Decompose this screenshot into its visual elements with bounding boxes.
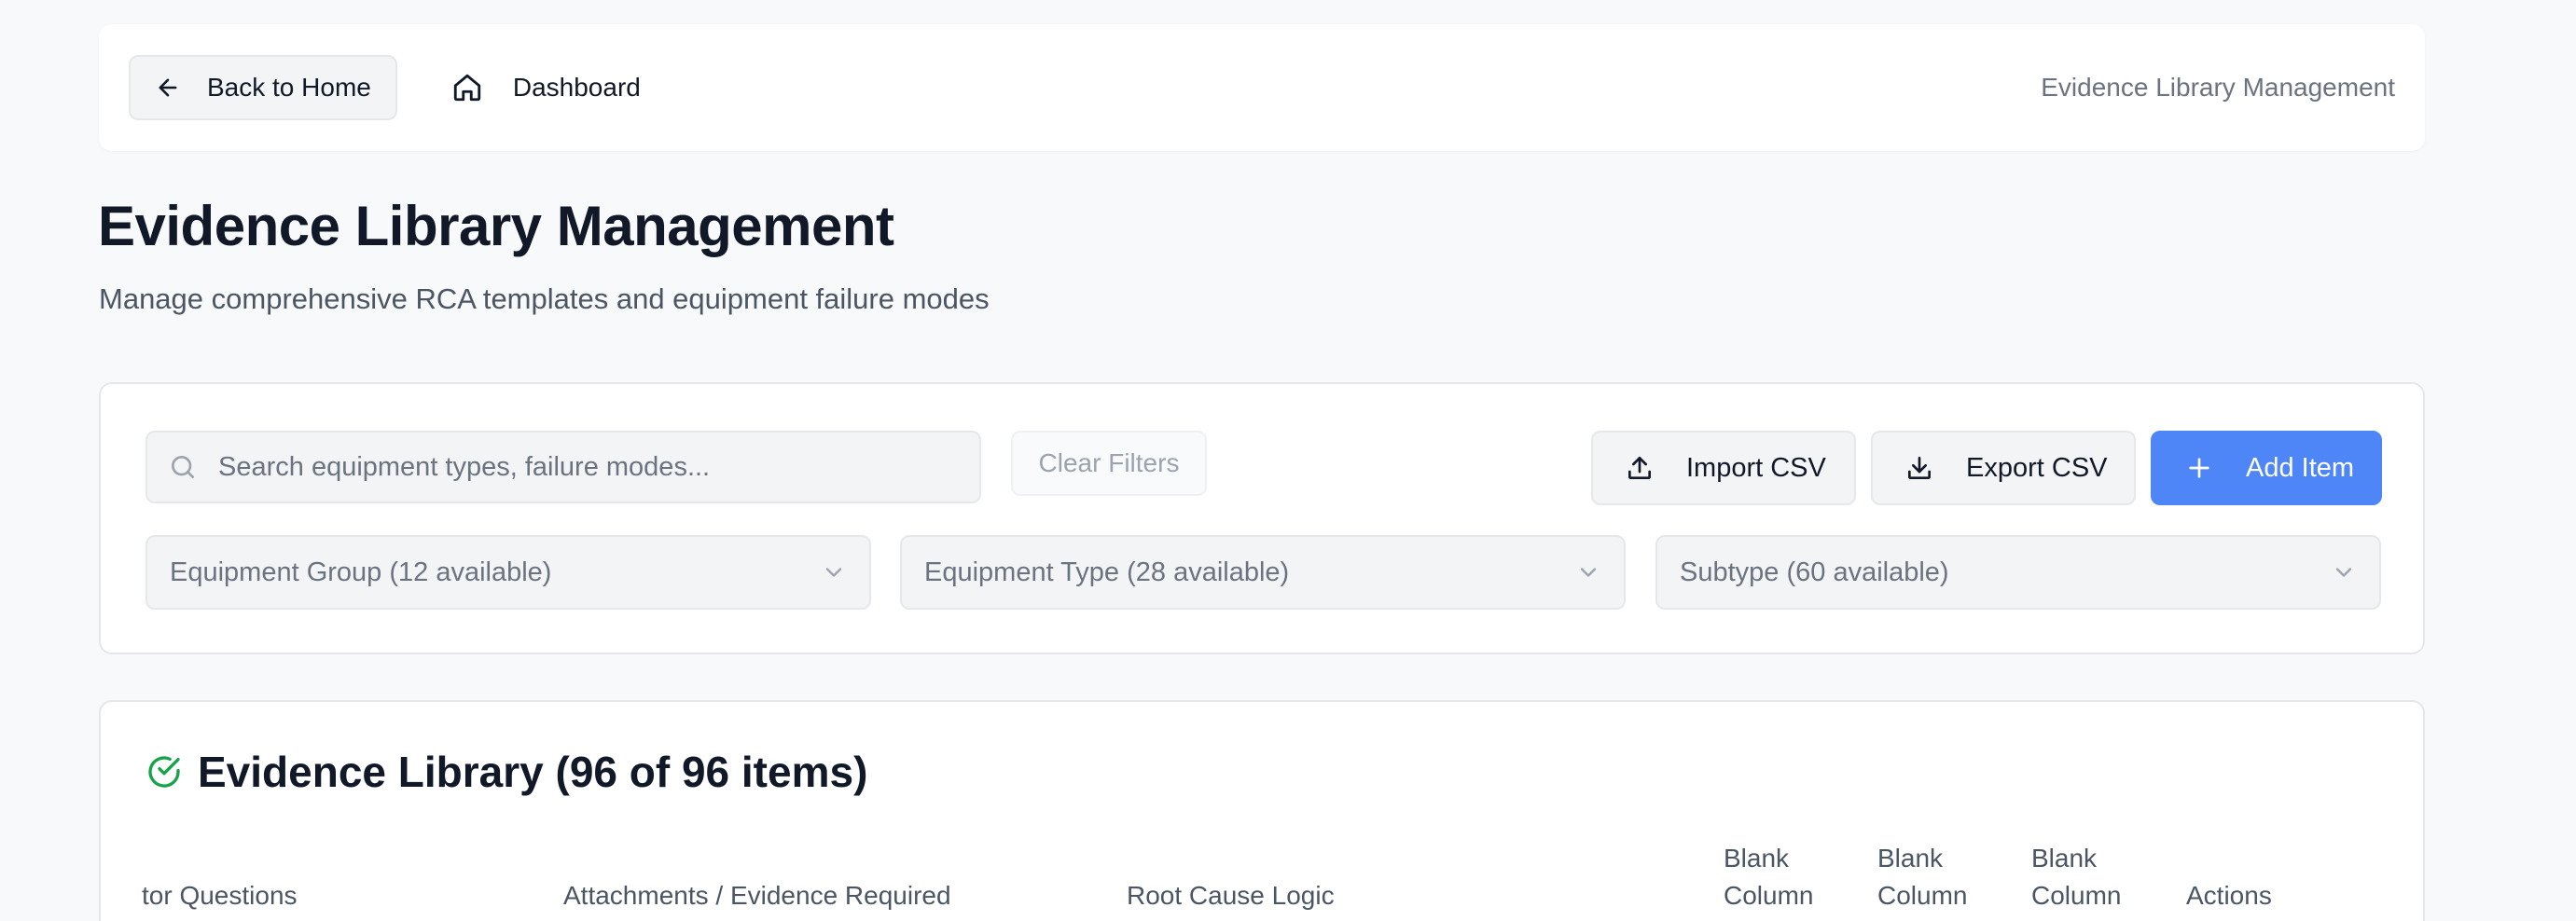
arrow-left-icon xyxy=(159,78,177,97)
export-csv-label: Export CSV xyxy=(1966,452,2108,483)
dashboard-label: Dashboard xyxy=(512,73,641,102)
equipment-type-select[interactable]: Equipment Type (28 available) xyxy=(900,535,1626,610)
subtype-select[interactable]: Subtype (60 available) xyxy=(1655,535,2381,610)
clear-filters-button[interactable]: Clear Filters xyxy=(1011,431,1207,496)
evidence-library-card: Evidence Library (96 of 96 items) tor Qu… xyxy=(99,700,2425,921)
column-header-questions[interactable]: tor Questions xyxy=(142,877,298,914)
add-item-button[interactable]: Add Item xyxy=(2151,431,2382,505)
equipment-group-select[interactable]: Equipment Group (12 available) xyxy=(145,535,871,610)
column-header-attachments[interactable]: Attachments / Evidence Required xyxy=(563,877,951,914)
column-header-actions[interactable]: Actions xyxy=(2186,877,2272,914)
filter-panel: Clear Filters Import CSV Export CSV Add … xyxy=(99,382,2425,654)
upload-icon xyxy=(1628,457,1651,479)
chevron-down-icon xyxy=(825,568,842,577)
check-circle-icon xyxy=(148,756,180,788)
search-icon xyxy=(172,456,194,478)
download-icon xyxy=(1908,457,1931,479)
add-item-label: Add Item xyxy=(2246,452,2355,483)
column-header-blank-2[interactable]: Blank Column xyxy=(1877,840,2008,914)
column-header-blank-1[interactable]: Blank Column xyxy=(1724,840,1854,914)
topbar-page-title: Evidence Library Management xyxy=(2041,73,2395,102)
column-header-blank-3[interactable]: Blank Column xyxy=(2031,840,2162,914)
export-csv-button[interactable]: Export CSV xyxy=(1871,431,2136,505)
dashboard-link[interactable]: Dashboard xyxy=(451,72,641,103)
chevron-down-icon xyxy=(2335,568,2352,577)
library-title: Evidence Library (96 of 96 items) xyxy=(198,748,868,796)
top-nav-bar: Back to Home Dashboard Evidence Library … xyxy=(99,24,2425,151)
column-header-root-cause[interactable]: Root Cause Logic xyxy=(1127,877,1335,914)
equipment-type-value: Equipment Type (28 available) xyxy=(924,557,1290,587)
home-icon xyxy=(453,74,481,102)
back-to-home-button[interactable]: Back to Home xyxy=(129,55,397,120)
equipment-group-value: Equipment Group (12 available) xyxy=(170,557,552,587)
subtype-value: Subtype (60 available) xyxy=(1680,557,1949,587)
page-subtitle: Manage comprehensive RCA templates and e… xyxy=(99,282,990,315)
import-csv-label: Import CSV xyxy=(1686,452,1826,483)
search-box[interactable] xyxy=(145,431,981,503)
library-heading: Evidence Library (96 of 96 items) xyxy=(145,747,867,797)
page-title: Evidence Library Management xyxy=(98,195,894,257)
search-input[interactable] xyxy=(218,451,964,483)
plus-icon xyxy=(2189,458,2209,478)
chevron-down-icon xyxy=(1580,568,1597,577)
back-to-home-label: Back to Home xyxy=(207,73,371,102)
import-csv-button[interactable]: Import CSV xyxy=(1591,431,1856,505)
